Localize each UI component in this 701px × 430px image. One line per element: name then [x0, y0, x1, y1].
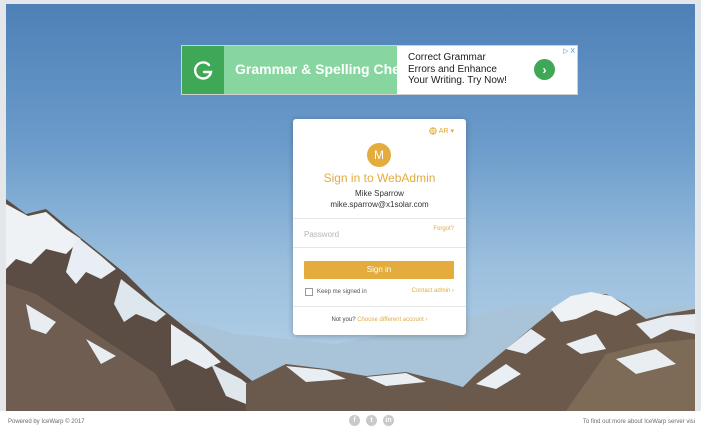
password-field[interactable] — [304, 227, 424, 241]
ad-copy-line: Your Writing. Try Now! — [408, 75, 507, 86]
avatar: M — [367, 143, 391, 167]
ad-banner[interactable]: Grammar & Spelling Check Correct Grammar… — [182, 46, 577, 94]
ad-title: Grammar & Spelling Check — [235, 61, 416, 77]
contact-admin-link[interactable]: Contact admin › — [412, 288, 454, 294]
caret-down-icon: ▾ — [450, 128, 454, 135]
login-card: AR ▾ M Sign in to WebAdmin Mike Sparrow … — [293, 119, 466, 335]
linkedin-icon[interactable]: in — [383, 415, 394, 426]
facebook-icon[interactable]: f — [349, 415, 360, 426]
ad-copy: Correct Grammar Errors and Enhance Your … — [408, 52, 507, 87]
footer: Powered by IceWarp © 2017 f t in To find… — [0, 411, 701, 430]
ad-close-icon[interactable]: ▷ X — [563, 47, 575, 55]
language-code: AR — [438, 127, 449, 135]
twitter-icon[interactable]: t — [366, 415, 377, 426]
ad-copy-line: Errors and Enhance — [408, 63, 497, 75]
social-links: f t in — [349, 415, 394, 426]
page-title: Sign in to WebAdmin — [323, 171, 436, 185]
ad-arrow-button[interactable]: › — [534, 59, 555, 80]
ad-copy-line: Correct Grammar — [408, 52, 486, 63]
grammarly-logo — [182, 46, 224, 94]
language-selector[interactable]: AR ▾ — [429, 127, 454, 135]
divider — [293, 247, 466, 248]
more-info-text[interactable]: To find out more about IceWarp server vi… — [583, 419, 695, 425]
choose-account-link[interactable]: Choose different account › — [357, 317, 427, 323]
user-name: Mike Sparrow — [355, 189, 404, 198]
chevron-right-icon: › — [542, 62, 547, 77]
divider — [293, 218, 466, 219]
keep-signed-in-label: Keep me signed in — [317, 289, 367, 295]
globe-icon — [429, 127, 437, 135]
background-scene: Grammar & Spelling Check Correct Grammar… — [6, 4, 695, 411]
checkbox-icon[interactable] — [305, 288, 313, 296]
powered-by-text: Powered by IceWarp © 2017 — [8, 419, 85, 425]
sign-in-button[interactable]: Sign in — [304, 261, 454, 279]
user-email: mike.sparrow@x1solar.com — [330, 200, 429, 209]
forgot-password-link[interactable]: Forgot? — [433, 226, 454, 232]
divider — [293, 306, 466, 307]
not-you-row: Not you? Choose different account › — [293, 317, 466, 323]
g-logo-icon — [194, 61, 213, 80]
keep-signed-in-checkbox[interactable]: Keep me signed in — [305, 288, 367, 296]
not-you-label: Not you? — [331, 317, 356, 323]
